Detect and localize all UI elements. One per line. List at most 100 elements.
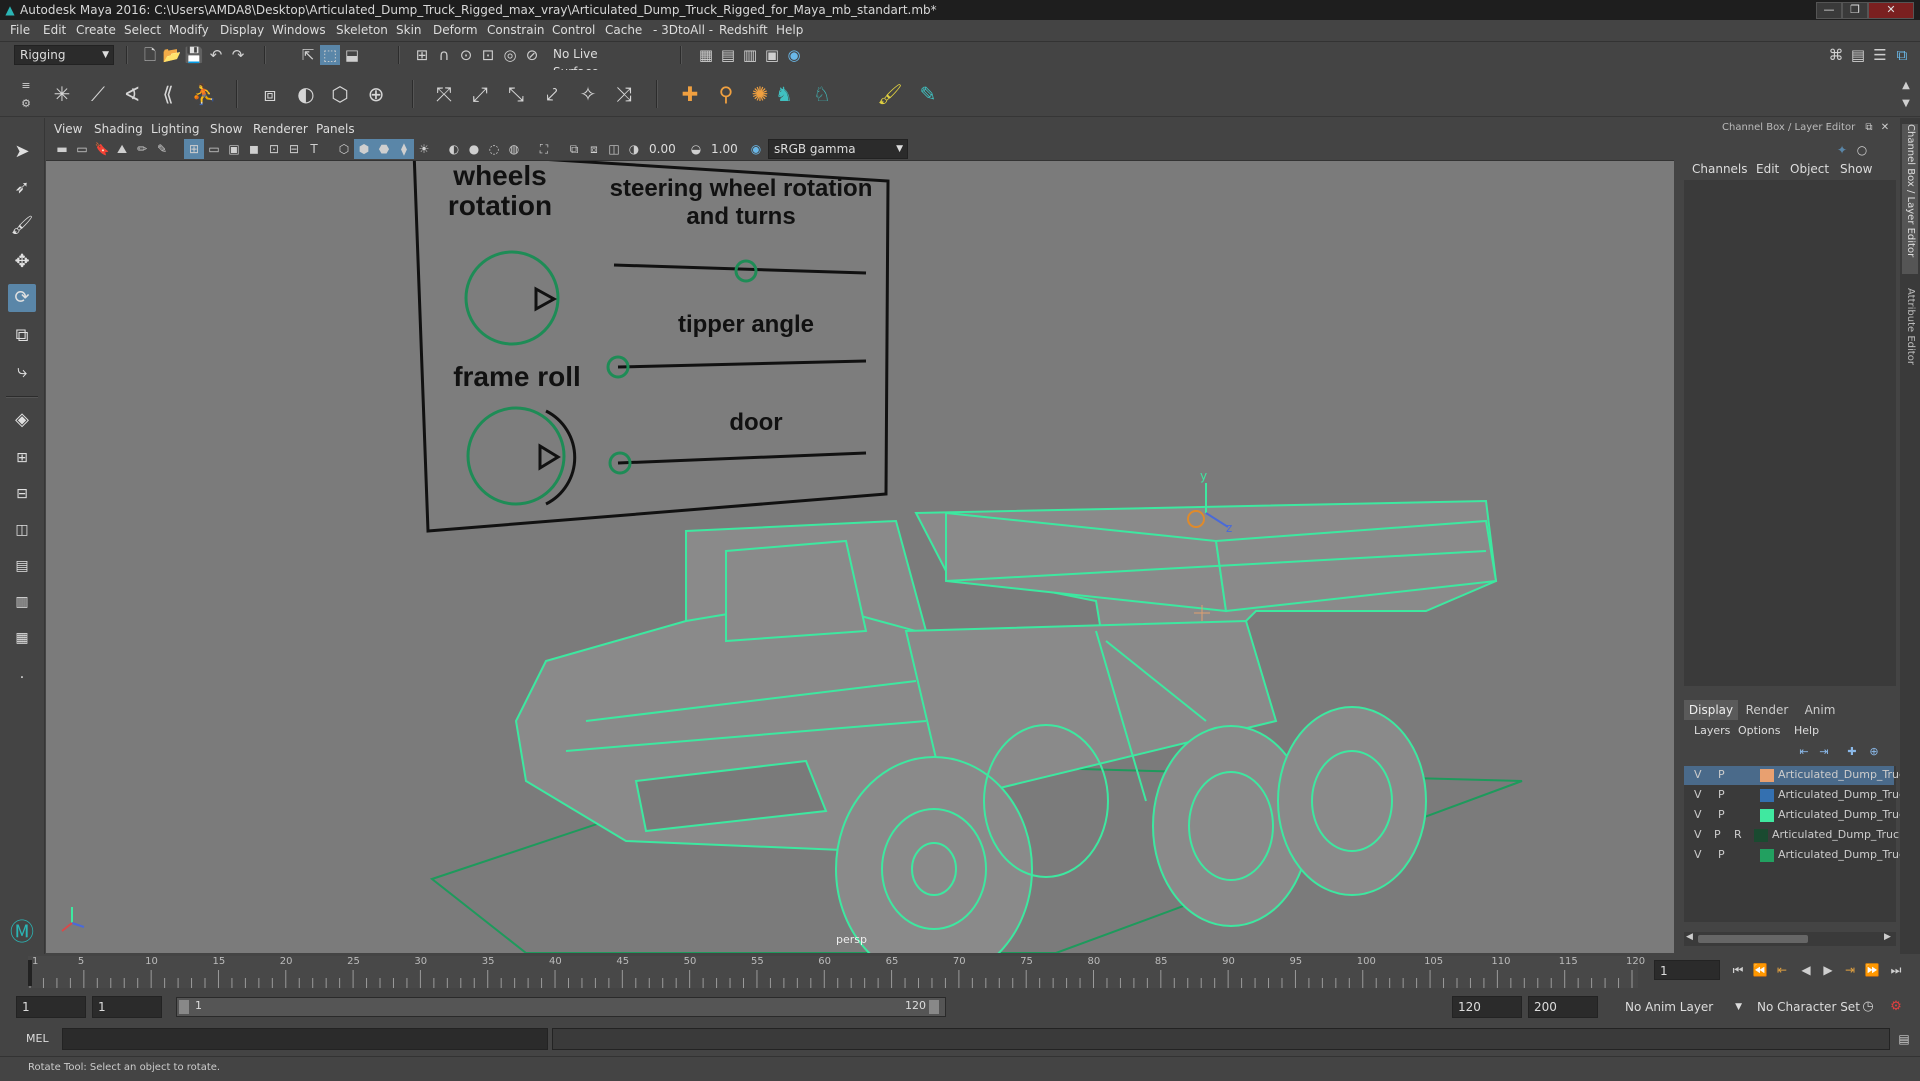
point-constraint-icon[interactable]: ⤢ xyxy=(466,80,494,108)
render-frame-icon[interactable]: ▦ xyxy=(696,45,716,65)
create-joint-icon[interactable]: ✳ xyxy=(48,80,76,108)
lasso-tool-icon[interactable]: ➶ xyxy=(8,174,36,202)
ambient-occlusion-icon[interactable]: ● xyxy=(464,139,484,159)
truck-wireframe[interactable] xyxy=(514,499,1498,953)
tab-anim[interactable]: Anim xyxy=(1796,700,1844,720)
menu-set-dropdown[interactable]: Rigging ▼ xyxy=(14,45,114,65)
snap-view-icon[interactable]: ⊡ xyxy=(478,45,498,65)
film-gate-icon[interactable]: ▭ xyxy=(204,139,224,159)
open-scene-icon[interactable]: 📂 xyxy=(162,45,182,65)
panel-menu-show[interactable]: Show xyxy=(210,122,242,136)
panel-menu-panels[interactable]: Panels xyxy=(316,122,355,136)
smooth-shade-icon[interactable]: ⬢ xyxy=(354,139,374,159)
animation-preferences-icon[interactable]: ⚙ xyxy=(1886,997,1906,1017)
select-object-icon[interactable]: ⬚ xyxy=(320,45,340,65)
menu-redshift[interactable]: Redshift xyxy=(719,23,768,37)
layer-name[interactable]: Articulated_Dump_Truc xyxy=(1778,768,1905,781)
menu-skeleton[interactable]: Skeleton xyxy=(336,23,388,37)
cluster-icon[interactable]: ⊕ xyxy=(362,80,390,108)
layer-visibility-toggle[interactable]: V xyxy=(1694,788,1702,801)
make-live-icon[interactable]: ⊘ xyxy=(522,45,542,65)
channel-show-menu[interactable]: Show xyxy=(1840,162,1872,176)
mirror-joint-icon[interactable]: ⟪ xyxy=(154,80,182,108)
time-slider[interactable]: 1 5 10 15 20 25 30 35 40 45 50 55 60 65 70 75 80 85 90 95 10… xyxy=(0,954,1920,990)
close-panel-icon[interactable]: ✕ xyxy=(1878,118,1892,138)
start-time-field[interactable]: 1 xyxy=(16,996,86,1018)
2d-pan-icon[interactable]: ✎ xyxy=(152,139,172,159)
lattice-icon[interactable]: ⬡ xyxy=(326,80,354,108)
hik-character-icon[interactable]: ♞ xyxy=(770,80,798,108)
gamma-field[interactable]: 1.00 xyxy=(706,139,742,159)
bookmark-icon[interactable]: 🔖 xyxy=(92,139,112,159)
new-scene-icon[interactable]: 🗋 xyxy=(140,45,160,65)
show-manipulator-icon[interactable]: ◈ xyxy=(8,406,36,434)
play-forward-icon[interactable]: ▶ xyxy=(1818,960,1838,980)
step-back-key-icon[interactable]: ⏪ xyxy=(1750,960,1770,980)
layout-more-icon[interactable]: · xyxy=(8,664,36,692)
anim-layer-dropdown[interactable]: No Anim Layer ▼ xyxy=(1620,996,1744,1018)
snap-grid-icon[interactable]: ⊞ xyxy=(412,45,432,65)
layer-visibility-toggle[interactable]: V xyxy=(1694,848,1702,861)
field-chart-icon[interactable]: ⊡ xyxy=(264,139,284,159)
layer-playback-toggle[interactable]: P xyxy=(1718,808,1725,821)
menu-create[interactable]: Create xyxy=(76,23,116,37)
playback-start-field[interactable]: 1 xyxy=(92,996,162,1018)
interactive-bind-icon[interactable]: ◐ xyxy=(292,80,320,108)
layer-color-swatch[interactable] xyxy=(1760,809,1774,822)
move-layer-up-icon[interactable]: ⇤ xyxy=(1794,742,1814,762)
select-tool-icon[interactable]: ➤ xyxy=(8,138,36,166)
menu-cache[interactable]: Cache xyxy=(605,23,642,37)
snap-curve-icon[interactable]: ∩ xyxy=(434,45,454,65)
paint-weights-icon[interactable]: 🖌 xyxy=(876,80,904,108)
last-tool-icon[interactable]: ⤷ xyxy=(8,358,36,386)
safe-title-icon[interactable]: T xyxy=(304,139,324,159)
live-surface-field[interactable]: No Live Surface xyxy=(548,45,646,79)
shelf-scroll-up-icon[interactable]: ▲ xyxy=(1896,76,1916,96)
move-tool-icon[interactable]: ✥ xyxy=(8,248,36,276)
channel-box-toggle-icon[interactable]: ⧉ xyxy=(1892,45,1912,65)
motion-blur-icon[interactable]: ◌ xyxy=(484,139,504,159)
script-language-toggle[interactable]: MEL xyxy=(26,1032,49,1045)
range-start-handle[interactable] xyxy=(179,1000,189,1014)
shelf-menu-icon[interactable]: ≡ xyxy=(16,76,36,96)
grease-pencil-icon[interactable]: ✏ xyxy=(132,139,152,159)
step-forward-frame-icon[interactable]: ⇥ xyxy=(1840,960,1860,980)
float-panel-icon[interactable]: ⧉ xyxy=(1862,118,1876,138)
snap-point-icon[interactable]: ⊙ xyxy=(456,45,476,65)
hypershade-icon[interactable]: ◉ xyxy=(784,45,804,65)
panel-menu-shading[interactable]: Shading xyxy=(94,122,143,136)
menu-edit[interactable]: Edit xyxy=(43,23,66,37)
layer-display-type[interactable]: R xyxy=(1734,828,1742,841)
ik-handle-icon[interactable]: ⟋ xyxy=(84,80,112,108)
menu-display[interactable]: Display xyxy=(220,23,264,37)
wireframe-icon[interactable]: ⬡ xyxy=(334,139,354,159)
camera-select-icon[interactable]: ▬ xyxy=(52,139,72,159)
layer-playback-toggle[interactable]: P xyxy=(1718,788,1725,801)
safe-action-icon[interactable]: ⊟ xyxy=(284,139,304,159)
modeling-toolkit-icon[interactable]: ⌘ xyxy=(1826,45,1846,65)
tab-render[interactable]: Render xyxy=(1740,700,1794,720)
layer-color-swatch[interactable] xyxy=(1760,849,1774,862)
layers-menu[interactable]: Layers xyxy=(1694,724,1730,737)
script-editor-icon[interactable]: ▤ xyxy=(1894,1029,1914,1049)
go-to-start-icon[interactable]: ⏮ xyxy=(1728,960,1748,980)
character-set-dropdown[interactable]: No Character Set xyxy=(1752,996,1862,1018)
scale-tool-icon[interactable]: ⧉ xyxy=(8,322,36,350)
channels-menu[interactable]: Channels xyxy=(1692,162,1748,176)
undo-icon[interactable]: ↶ xyxy=(206,45,226,65)
layer-playback-toggle[interactable]: P xyxy=(1718,848,1725,861)
layer-name[interactable]: Articulated_Dump_Truc xyxy=(1778,788,1905,801)
scroll-left-icon[interactable]: ◀ xyxy=(1686,932,1693,942)
paint-tool-icon[interactable]: ✎ xyxy=(914,80,942,108)
perspective-viewport[interactable]: wheels rotation steering wheel rotation … xyxy=(46,161,1674,953)
command-input[interactable] xyxy=(62,1028,548,1050)
use-lights-icon[interactable]: ☀ xyxy=(414,139,434,159)
playback-end-field[interactable]: 120 xyxy=(1452,996,1522,1018)
attribute-editor-toggle-icon[interactable]: ▤ xyxy=(1848,45,1868,65)
layer-scrollbar[interactable]: ◀ ▶ xyxy=(1684,932,1896,946)
channel-edit-menu[interactable]: Edit xyxy=(1756,162,1779,176)
select-hierarchy-icon[interactable]: ⇱ xyxy=(298,45,318,65)
color-space-dropdown[interactable]: sRGB gamma ▼ xyxy=(768,139,908,159)
layer-row[interactable]: V P Articulated_Dump_Truc xyxy=(1684,766,1905,785)
panel-menu-view[interactable]: View xyxy=(54,122,82,136)
